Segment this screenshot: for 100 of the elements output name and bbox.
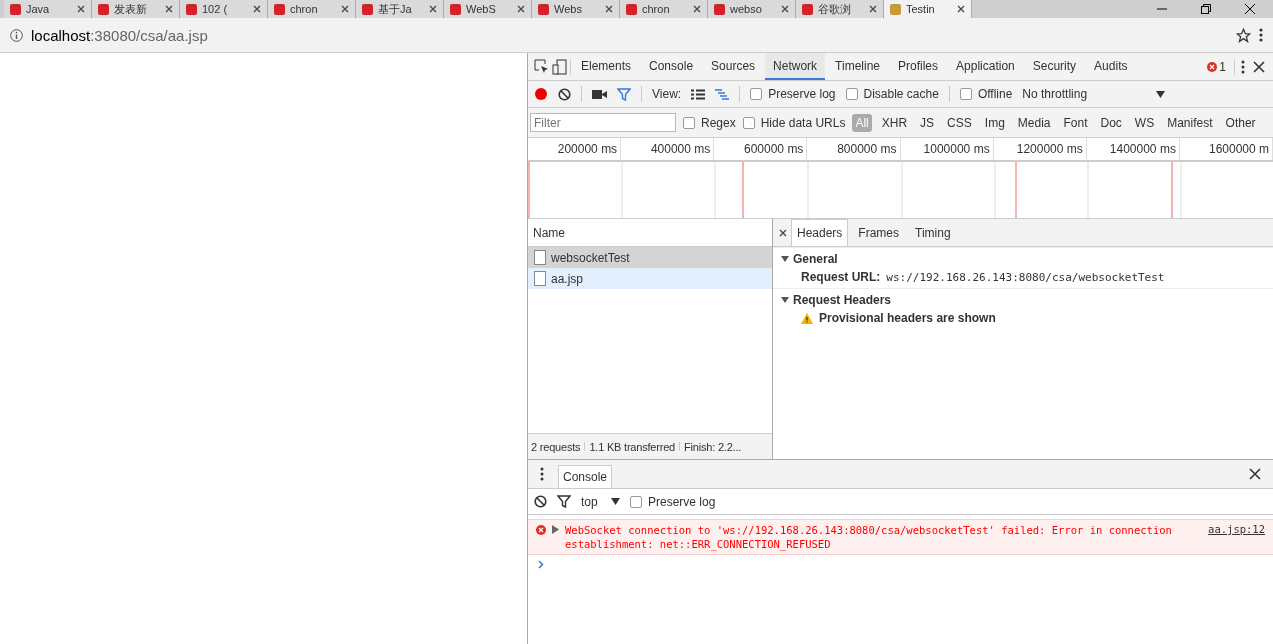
type-filter[interactable]: JS (917, 113, 938, 132)
type-filter[interactable]: Img (981, 113, 1008, 132)
favicon-icon (714, 3, 725, 15)
type-filter[interactable]: Manifest (1164, 113, 1216, 132)
panel-tab[interactable]: Elements (573, 53, 640, 80)
detail-tab[interactable]: Timing (909, 219, 957, 246)
close-icon[interactable] (605, 5, 613, 13)
close-icon[interactable] (77, 5, 85, 13)
browser-tab[interactable]: Testin (884, 0, 972, 18)
close-icon[interactable] (957, 5, 965, 13)
close-icon[interactable] (779, 228, 787, 237)
preserve-log-checkbox[interactable]: Preserve log (630, 494, 716, 509)
waterfall-icon[interactable] (715, 88, 730, 100)
tick-label: 1600000 m (1179, 138, 1273, 160)
panel-tab[interactable]: Application (948, 53, 1023, 80)
favicon-icon (890, 3, 901, 15)
browser-tab[interactable]: Webs (532, 0, 620, 18)
restore-icon[interactable] (1201, 4, 1211, 14)
warning-icon (801, 312, 813, 324)
favicon-icon (362, 3, 373, 15)
tick-label: 1200000 ms (993, 138, 1087, 160)
warning-text: Provisional headers are shown (819, 311, 996, 325)
tick-label: 600000 ms (714, 138, 808, 160)
browser-tab[interactable]: 基于Ja (356, 0, 444, 18)
star-icon[interactable] (1236, 27, 1251, 43)
browser-tab[interactable]: WebS (444, 0, 532, 18)
detail-tab[interactable]: Frames (852, 219, 906, 246)
tick-label: 400000 ms (621, 138, 715, 160)
filter-field[interactable]: Filter (530, 113, 676, 132)
drawer-tab[interactable]: Console (558, 465, 613, 488)
option-checkbox[interactable]: Disable cache (845, 87, 939, 101)
section-header[interactable]: Request Headers (773, 288, 1273, 309)
browser-tab[interactable]: 102 ( (180, 0, 268, 18)
filter-checkbox[interactable]: Regex (683, 115, 736, 130)
panel-tab[interactable]: Network (765, 53, 826, 80)
type-filter[interactable]: Font (1060, 113, 1091, 132)
request-row[interactable]: aa.jsp (528, 268, 772, 289)
menu-icon[interactable] (1259, 28, 1263, 42)
browser-tab[interactable]: Java (4, 0, 92, 18)
browser-tab[interactable]: chron (620, 0, 708, 18)
panel-tab[interactable]: Console (641, 53, 702, 80)
favicon-icon (538, 3, 549, 15)
close-icon[interactable] (693, 5, 701, 13)
source-link[interactable]: aa.jsp:12 (1208, 523, 1265, 551)
close-icon[interactable] (341, 5, 349, 13)
panel-tab[interactable]: Timeline (827, 53, 888, 80)
header-value: ws://192.168.26.143:8080/csa/websocketTest (886, 270, 1165, 284)
tick-label: 200000 ms (528, 138, 622, 160)
close-icon[interactable] (781, 5, 789, 13)
context-select[interactable]: top (581, 494, 601, 509)
error-icon (1207, 61, 1218, 72)
close-icon[interactable] (517, 5, 525, 13)
browser-tab[interactable]: 谷歌浏 (796, 0, 884, 18)
panel-tab[interactable]: Security (1024, 53, 1085, 80)
option-checkbox[interactable]: Preserve log (750, 87, 836, 101)
favicon-icon (802, 3, 813, 15)
option-checkbox[interactable]: Offline (959, 87, 1013, 101)
request-row[interactable]: websocketTest (528, 247, 772, 268)
type-filter[interactable]: XHR (878, 113, 911, 132)
filter-checkbox[interactable]: Hide data URLs (742, 115, 846, 130)
camera-icon[interactable] (592, 88, 607, 100)
type-filter[interactable]: Other (1222, 113, 1259, 132)
type-filter[interactable]: Media (1014, 113, 1054, 132)
menu-icon[interactable] (540, 467, 544, 481)
detail-tab[interactable]: Headers (791, 219, 849, 246)
panel-tab[interactable]: Audits (1086, 53, 1136, 80)
prompt-icon[interactable] (538, 560, 544, 569)
info-icon[interactable] (10, 28, 23, 42)
close-icon[interactable] (1249, 468, 1261, 480)
expand-icon[interactable] (552, 525, 559, 534)
browser-tab[interactable]: webso (708, 0, 796, 18)
close-icon[interactable] (1251, 60, 1267, 73)
type-filter[interactable]: WS (1131, 113, 1158, 132)
device-icon[interactable] (552, 58, 568, 75)
view-label: View: (652, 87, 682, 101)
summary-text: 1.1 KB transferred (589, 440, 676, 453)
close-icon[interactable] (253, 5, 261, 13)
clear-console-icon[interactable] (534, 495, 547, 508)
dropdown-icon[interactable] (1156, 90, 1166, 98)
close-icon[interactable] (1245, 4, 1255, 14)
browser-tab[interactable]: 发表新 (92, 0, 180, 18)
close-icon[interactable] (429, 5, 437, 13)
summary-text: Finish: 2.2... (684, 440, 742, 453)
favicon-icon (626, 3, 637, 15)
type-filter[interactable]: Doc (1097, 113, 1125, 132)
type-filter[interactable]: CSS (944, 113, 975, 132)
inspect-icon[interactable] (534, 58, 550, 75)
list-icon[interactable] (691, 88, 706, 100)
panel-tab[interactable]: Profiles (890, 53, 947, 80)
browser-tab[interactable]: chron (268, 0, 356, 18)
message-text: WebSocket connection to 'ws://192.168.26.143:8080/csa/websocketTest' failed: Error in connection establishment: net::ERR_CONNECTION_REFUSED (565, 523, 1173, 551)
section-header[interactable]: General (773, 247, 1273, 268)
record-icon[interactable] (534, 87, 548, 101)
throttling-select[interactable]: No throttling (1022, 87, 1147, 101)
close-icon[interactable] (869, 5, 877, 13)
clear-icon[interactable] (558, 87, 571, 101)
filter-icon[interactable] (557, 495, 571, 508)
close-icon[interactable] (165, 5, 173, 13)
panel-tab[interactable]: Sources (703, 53, 764, 80)
dropdown-icon[interactable] (611, 498, 620, 505)
